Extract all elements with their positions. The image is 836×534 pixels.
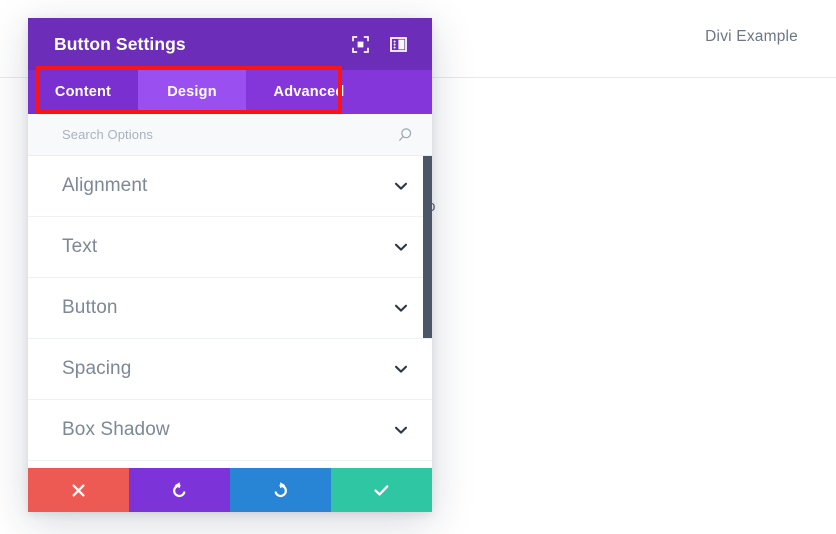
chevron-down-icon[interactable] [392, 177, 410, 195]
panel-scrollbar-track[interactable] [423, 156, 432, 468]
redo-button[interactable] [230, 468, 331, 512]
tab-advanced[interactable]: Advanced [246, 70, 372, 114]
chevron-down-icon[interactable] [392, 299, 410, 317]
panel-scrollbar-thumb[interactable] [423, 156, 432, 338]
chevron-down-icon[interactable] [392, 421, 410, 439]
section-label: Box Shadow [62, 419, 170, 440]
modal-footer [28, 468, 432, 512]
cancel-button[interactable] [28, 468, 129, 512]
search-input[interactable]: Search Options [62, 127, 396, 142]
undo-icon [173, 481, 186, 497]
chevron-down-icon[interactable] [392, 360, 410, 378]
close-icon [72, 483, 85, 497]
checkmark-icon [374, 484, 389, 496]
section-row-text[interactable]: Text [28, 217, 432, 278]
button-settings-modal: Button Settings Content Design Advanced … [28, 18, 432, 512]
section-label: Button [62, 297, 118, 318]
redo-icon [274, 481, 287, 497]
search-icon[interactable] [396, 126, 414, 144]
save-button[interactable] [331, 468, 432, 512]
settings-sections-list: Alignment Text Button Spacing Box Shadow [28, 156, 432, 468]
layout-panel-icon[interactable] [388, 34, 408, 54]
titlebar-actions [350, 34, 416, 54]
section-row-alignment[interactable]: Alignment [28, 156, 432, 217]
search-options-bar[interactable]: Search Options [28, 114, 432, 156]
tab-content[interactable]: Content [28, 70, 138, 114]
section-row-button[interactable]: Button [28, 278, 432, 339]
section-label: Text [62, 236, 98, 257]
focus-icon[interactable] [350, 34, 370, 54]
section-row-spacing[interactable]: Spacing [28, 339, 432, 400]
modal-title: Button Settings [54, 33, 186, 54]
modal-tabs: Content Design Advanced [28, 66, 432, 114]
modal-titlebar: Button Settings [28, 18, 432, 70]
section-label: Spacing [62, 358, 132, 379]
undo-button[interactable] [129, 468, 230, 512]
section-label: Alignment [62, 175, 148, 196]
section-row-box-shadow[interactable]: Box Shadow [28, 400, 432, 461]
chevron-down-icon[interactable] [392, 238, 410, 256]
tab-design[interactable]: Design [138, 70, 246, 114]
site-brand-title: Divi Example [705, 28, 798, 45]
